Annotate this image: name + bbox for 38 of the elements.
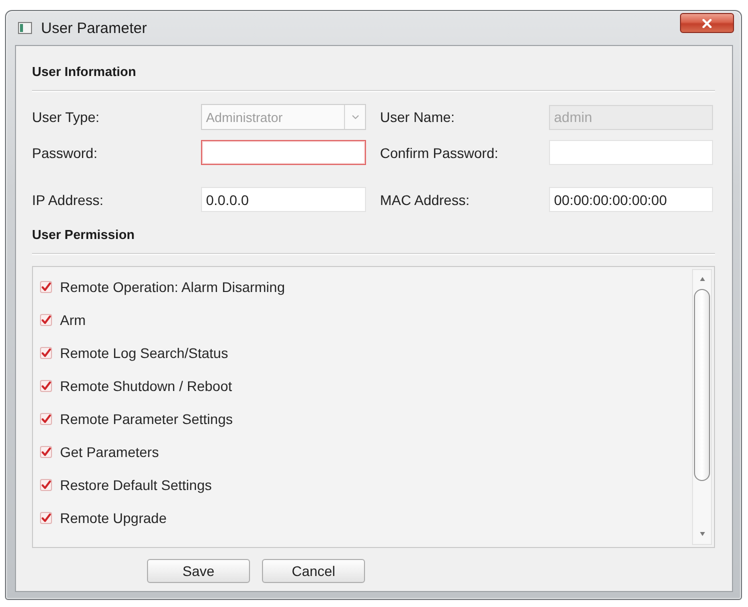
permission-label: Arm xyxy=(60,312,86,328)
chevron-down-icon xyxy=(352,115,358,119)
checkbox[interactable] xyxy=(40,280,52,292)
field-label: Confirm Password: xyxy=(380,144,498,160)
up-arrow-icon[interactable] xyxy=(700,277,704,281)
field-label: User Name: xyxy=(380,109,455,125)
input-field[interactable]: 0.0.0.0 xyxy=(201,187,366,212)
permission-label: Restore Default Settings xyxy=(60,476,212,492)
checkbox[interactable] xyxy=(40,412,52,424)
input-field[interactable] xyxy=(201,140,366,165)
permission-label: Remote Upgrade xyxy=(60,510,167,526)
scrollbar-thumb[interactable] xyxy=(694,289,710,481)
close-icon xyxy=(702,18,712,28)
field-label: IP Address: xyxy=(32,192,104,208)
field-label: MAC Address: xyxy=(380,192,470,208)
down-arrow-icon[interactable] xyxy=(700,532,704,536)
checkbox[interactable] xyxy=(40,446,52,458)
window-icon xyxy=(18,22,32,34)
cancel-button[interactable]: Cancel xyxy=(262,559,365,583)
window-title: User Parameter xyxy=(41,20,147,36)
checkbox[interactable] xyxy=(40,346,52,358)
save-button[interactable]: Save xyxy=(147,559,250,583)
checkbox[interactable] xyxy=(40,314,52,326)
permission-label: Remote Shutdown / Reboot xyxy=(60,378,232,394)
section-heading: User Information xyxy=(32,63,136,81)
checkbox[interactable] xyxy=(40,512,52,524)
checkbox[interactable] xyxy=(40,380,52,392)
field-label: User Type: xyxy=(32,109,100,125)
input-field[interactable]: 00:00:00:00:00:00 xyxy=(549,187,713,212)
permission-label: Remote Parameter Settings xyxy=(60,410,233,426)
field-label: Password: xyxy=(32,144,98,160)
permission-label: Remote Operation: Alarm Disarming xyxy=(60,278,285,294)
checkbox[interactable] xyxy=(40,478,52,490)
permission-label: Get Parameters xyxy=(60,444,159,460)
scrollbar[interactable] xyxy=(692,269,712,545)
close-button[interactable] xyxy=(680,13,734,33)
permission-label: Remote Log Search/Status xyxy=(60,344,228,360)
section-heading: User Permission xyxy=(32,226,135,244)
